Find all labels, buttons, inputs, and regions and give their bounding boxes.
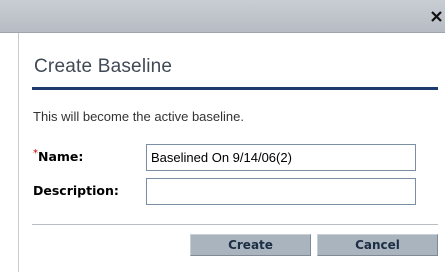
title-underline [32, 87, 438, 90]
name-label: *Name: [33, 148, 84, 164]
description-label: Description: [33, 183, 119, 198]
name-field[interactable] [146, 144, 416, 171]
info-text: This will become the active baseline. [33, 109, 244, 124]
create-baseline-dialog: Create Baseline This will become the act… [0, 0, 445, 272]
dialog-title: Create Baseline [34, 56, 173, 77]
cancel-button[interactable]: Cancel [317, 234, 438, 256]
footer-divider [32, 224, 438, 225]
close-icon[interactable] [429, 8, 445, 24]
description-field[interactable] [146, 178, 416, 205]
create-button[interactable]: Create [190, 234, 311, 256]
required-marker: * [33, 148, 38, 159]
dialog-titlebar [0, 0, 445, 33]
name-label-text: Name: [38, 149, 84, 164]
